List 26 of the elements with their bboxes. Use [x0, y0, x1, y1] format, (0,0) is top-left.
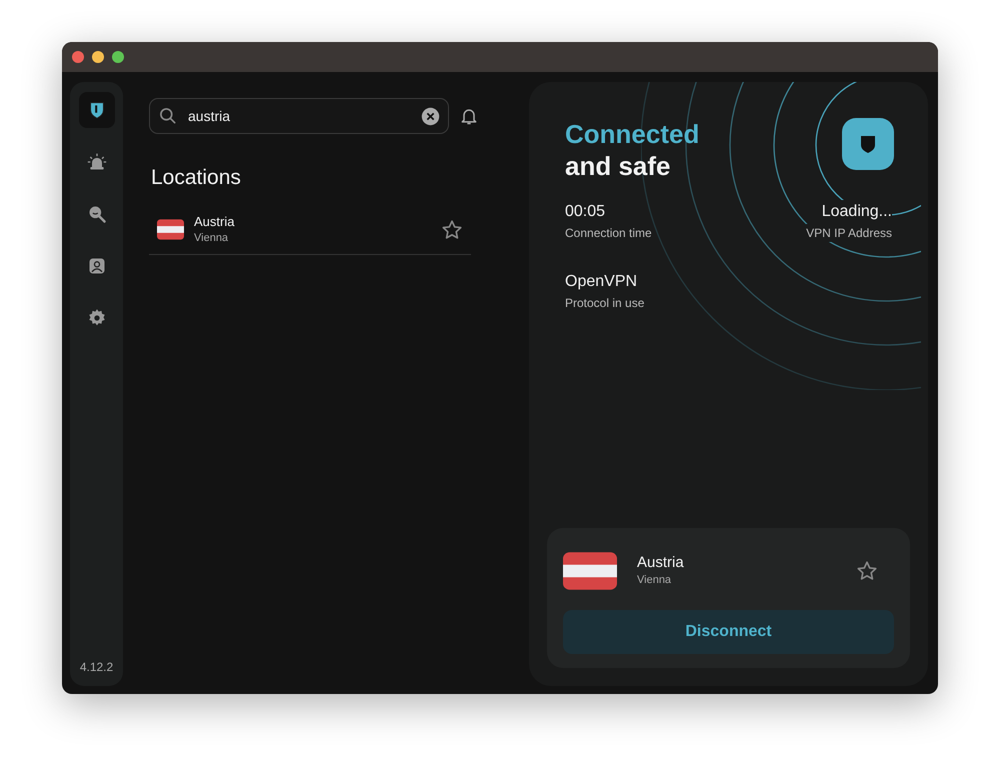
- location-row[interactable]: Austria Vienna: [149, 208, 471, 255]
- sidebar-item[interactable]: [78, 92, 114, 128]
- zoom-window-button[interactable]: [112, 51, 124, 63]
- search-icon: [86, 204, 106, 224]
- search-field[interactable]: austria: [149, 98, 449, 134]
- city-name: Vienna: [194, 230, 230, 246]
- country-name: Austria: [637, 554, 685, 572]
- search-icon: [158, 106, 178, 126]
- country-name: Austria: [194, 214, 236, 230]
- close-window-button[interactable]: [72, 51, 84, 63]
- account-icon: [86, 256, 106, 276]
- app-logo-icon: [842, 118, 894, 170]
- stat-label: VPN IP Address: [806, 224, 892, 242]
- favorite-button[interactable]: [856, 560, 878, 582]
- alarm-light-icon: [86, 152, 106, 172]
- settings-icon: [86, 308, 106, 328]
- favorite-button[interactable]: [441, 218, 463, 241]
- section-heading: Locations: [151, 165, 242, 191]
- status-subtitle: and safe: [564, 150, 670, 182]
- minimize-window-button[interactable]: [92, 51, 104, 63]
- clear-button[interactable]: [421, 106, 440, 126]
- search-input[interactable]: austria: [186, 104, 413, 128]
- city-name: Vienna: [637, 572, 672, 588]
- version-label: 4.12.2: [80, 659, 114, 676]
- status-title: Connected: [564, 118, 700, 150]
- disconnect-button[interactable]: Disconnect: [563, 610, 894, 654]
